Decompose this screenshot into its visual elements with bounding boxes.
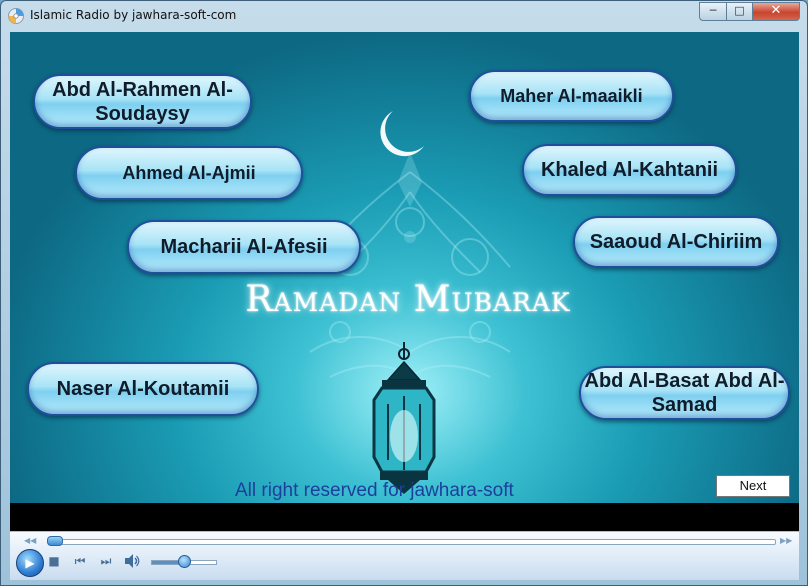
reciter-label: Khaled Al-Kahtanii: [540, 159, 719, 181]
reciter-label: Macharii Al-Afesii: [160, 236, 328, 258]
video-area: [10, 503, 799, 531]
fast-forward-icon[interactable]: ▶▶: [780, 536, 792, 545]
window-title: Islamic Radio by jawhara-soft-com: [30, 8, 237, 22]
seek-bar[interactable]: [50, 539, 776, 545]
reciter-button-chiriim[interactable]: Saaoud Al-Chiriim: [573, 216, 779, 268]
next-track-icon[interactable]: ⏭: [98, 552, 114, 570]
reciter-button-kahtanii[interactable]: Khaled Al-Kahtanii: [522, 144, 737, 196]
reciter-button-soudaysy[interactable]: Abd Al-Rahmen Al-Soudaysy: [33, 74, 252, 129]
reciter-button-koutamii[interactable]: Naser Al-Koutamii: [27, 362, 259, 416]
next-button[interactable]: Next: [716, 475, 790, 497]
reciter-label: Ahmed Al-Ajmii: [122, 163, 256, 183]
reciter-button-ajmii[interactable]: Ahmed Al-Ajmii: [75, 146, 303, 200]
reciter-label: Naser Al-Koutamii: [56, 378, 230, 400]
previous-icon[interactable]: ⏮: [72, 552, 88, 570]
title-bar[interactable]: Islamic Radio by jawhara-soft-com ─ □ ✕: [1, 1, 807, 31]
ramadan-mubarak-heading: Ramadan Mubarak: [245, 279, 571, 320]
lantern-icon: [372, 360, 436, 494]
reciter-label: Abd Al-Rahmen Al-Soudaysy: [52, 78, 233, 125]
crescent-moon-icon: [380, 111, 424, 157]
rewind-icon[interactable]: ◀◀: [24, 536, 36, 545]
ramadan-banner: Abd Al-Rahmen Al-Soudaysy Maher Al-maaik…: [10, 32, 799, 503]
reciter-button-maaikli[interactable]: Maher Al-maaikli: [469, 70, 674, 122]
close-button[interactable]: ✕: [752, 2, 800, 21]
speaker-icon[interactable]: [124, 552, 140, 570]
copyright-text: All right reserved for jawhara-soft: [235, 480, 514, 501]
volume-thumb[interactable]: [178, 555, 191, 568]
stop-icon[interactable]: ■: [46, 552, 62, 570]
reciter-button-samad[interactable]: Abd Al-Basat Abd Al-Samad: [579, 366, 790, 420]
reciter-label: Abd Al-Basat Abd Al-Samad: [584, 370, 785, 416]
play-icon[interactable]: ▶: [16, 549, 44, 577]
reciter-button-afesii[interactable]: Macharii Al-Afesii: [127, 220, 361, 274]
media-player-controls: ◀◀ ▶▶ ▶ ■ ⏮ ⏭: [10, 531, 799, 580]
maximize-button[interactable]: □: [726, 2, 753, 21]
disc-icon: [8, 8, 24, 24]
seek-thumb[interactable]: [47, 536, 64, 546]
reciter-label: Maher Al-maaikli: [500, 86, 643, 106]
app-window: Islamic Radio by jawhara-soft-com ─ □ ✕: [0, 0, 808, 586]
reciter-label: Saaoud Al-Chiriim: [589, 231, 763, 253]
minimize-button[interactable]: ─: [699, 2, 727, 21]
